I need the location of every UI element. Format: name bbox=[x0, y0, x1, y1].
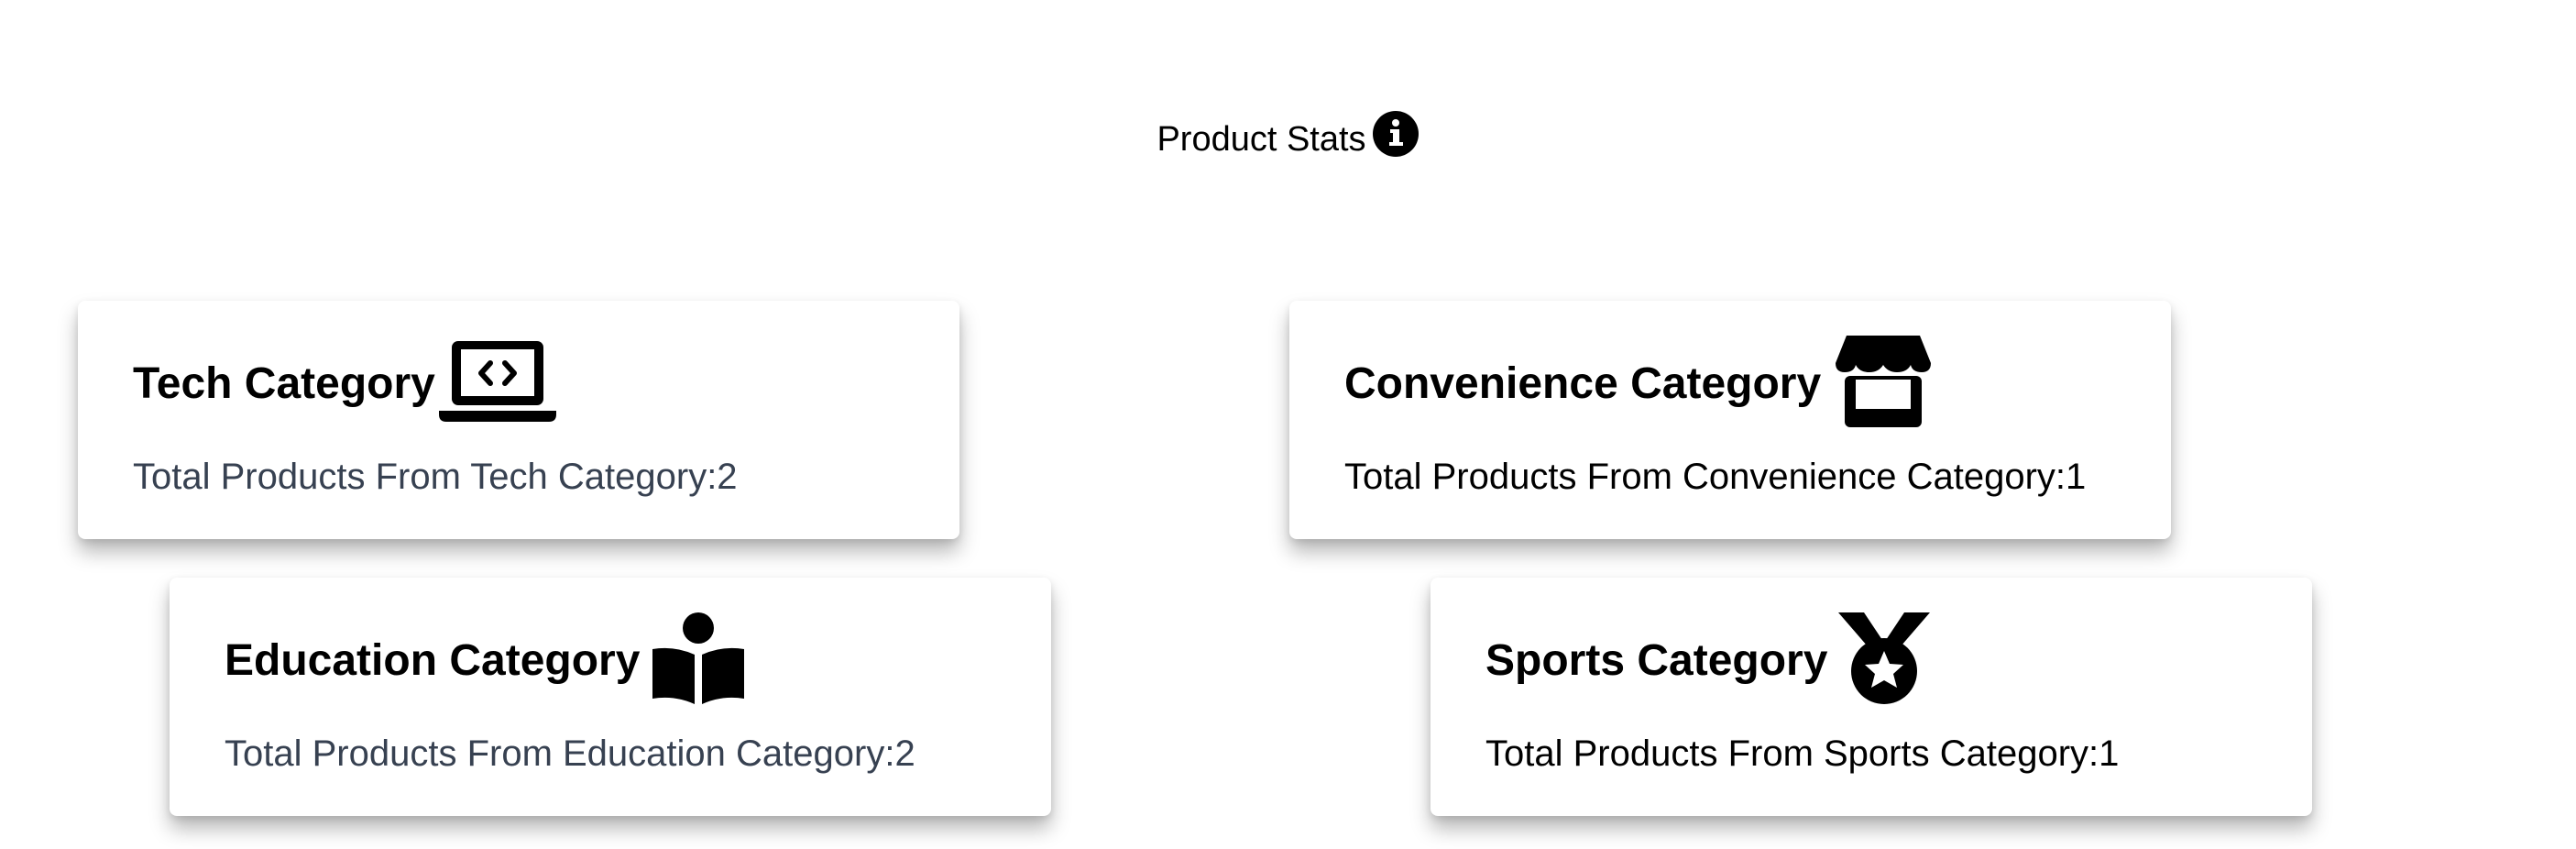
card-description: Total Products From Tech Category:2 bbox=[133, 457, 738, 497]
card-title: Sports Category bbox=[1485, 635, 1828, 685]
card-title: Education Category bbox=[225, 635, 641, 685]
category-card-sports[interactable]: Sports Category Total Products From Spor… bbox=[1431, 578, 2312, 816]
category-card-education[interactable]: Education Category Total Products From E… bbox=[170, 578, 1051, 816]
book-reader-icon bbox=[651, 611, 746, 711]
card-title-row: Sports Category bbox=[1485, 612, 1932, 706]
card-description: Total Products From Convenience Category… bbox=[1344, 457, 2087, 497]
page-title: Product Stats bbox=[1156, 120, 1366, 159]
card-title: Tech Category bbox=[133, 358, 435, 408]
category-card-convenience[interactable]: Convenience Category Total Products From… bbox=[1289, 301, 2171, 539]
card-title-row: Education Category bbox=[225, 612, 746, 706]
header-title-group: Product Stats bbox=[1156, 111, 1419, 163]
card-description: Total Products From Sports Category:1 bbox=[1485, 733, 2120, 774]
laptop-code-icon bbox=[438, 339, 556, 428]
card-description: Total Products From Education Category:2 bbox=[225, 733, 915, 774]
page-header: Product Stats bbox=[0, 111, 2576, 167]
category-card-tech[interactable]: Tech Category Total Products From Tech C… bbox=[78, 301, 959, 539]
medal-icon bbox=[1836, 611, 1932, 711]
shop-icon bbox=[1834, 334, 1933, 434]
card-title-row: Tech Category bbox=[133, 337, 556, 429]
info-circle-icon[interactable] bbox=[1372, 110, 1420, 158]
card-title: Convenience Category bbox=[1344, 358, 1822, 408]
card-title-row: Convenience Category bbox=[1344, 335, 1933, 429]
